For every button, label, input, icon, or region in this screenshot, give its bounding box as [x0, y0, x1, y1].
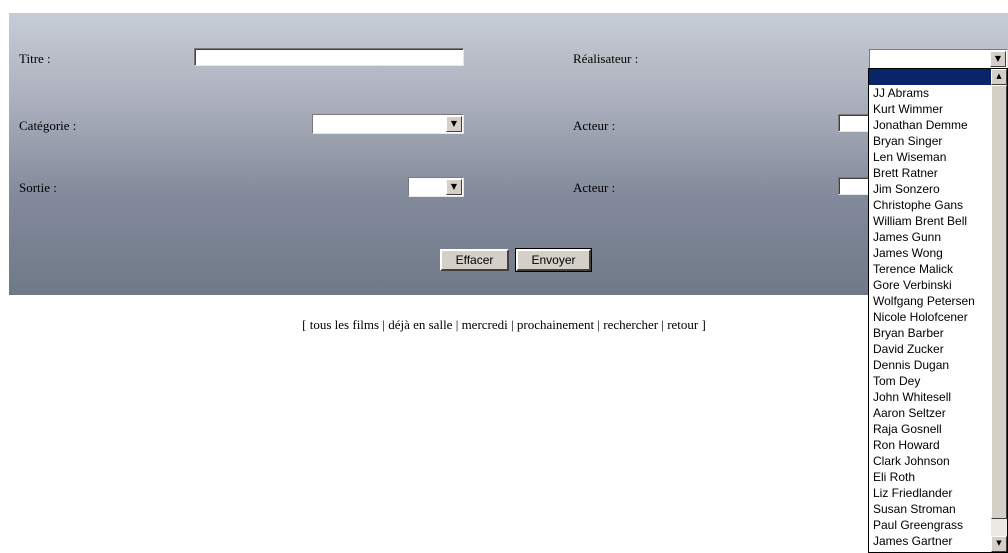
dropdown-option[interactable]: Jim Sonzero [869, 181, 991, 197]
nav-link-all-films[interactable]: tous les films [310, 317, 379, 332]
nav-separator: | [597, 317, 600, 332]
dropdown-option[interactable]: Christophe Gans [869, 197, 991, 213]
clear-button[interactable]: Effacer [440, 249, 509, 271]
nav-link-in-theaters[interactable]: déjà en salle [388, 317, 452, 332]
dropdown-option[interactable]: Dennis Dugan [869, 357, 991, 373]
dropdown-option[interactable]: John Whitesell [869, 389, 991, 405]
dropdown-options: JJ Abrams Kurt Wimmer Jonathan Demme Bryan … [869, 69, 991, 552]
actor-2-input[interactable] [838, 177, 869, 195]
release-label: Sortie : [19, 180, 57, 195]
nav-link-search[interactable]: rechercher [603, 317, 658, 332]
dropdown-option[interactable]: Clark Johnson [869, 453, 991, 469]
dropdown-option[interactable]: Bryan Singer [869, 133, 991, 149]
dropdown-option[interactable]: Jonathan Demme [869, 117, 991, 133]
dropdown-option[interactable]: Tom Dey [869, 373, 991, 389]
release-select[interactable]: ▼ [408, 177, 464, 197]
dropdown-option[interactable]: Kurt Wimmer [869, 101, 991, 117]
nav-open-bracket: [ [302, 317, 307, 332]
chevron-down-icon[interactable]: ▼ [990, 51, 1006, 67]
dropdown-option[interactable]: Terence Malick [869, 261, 991, 277]
nav-separator: | [511, 317, 514, 332]
dropdown-option[interactable]: Eli Roth [869, 469, 991, 485]
title-input[interactable] [194, 48, 464, 66]
dropdown-option[interactable]: William Brent Bell [869, 213, 991, 229]
dropdown-option[interactable] [869, 69, 991, 85]
navigation-links: [ tous les films | déjà en salle | mercr… [0, 317, 1008, 333]
dropdown-option[interactable]: Paul Greengrass [869, 517, 991, 533]
dropdown-option[interactable]: Aaron Seltzer [869, 405, 991, 421]
dropdown-option[interactable]: Susan Stroman [869, 501, 991, 517]
category-select[interactable]: ▼ [312, 114, 464, 134]
scrollbar-thumb[interactable] [991, 85, 1007, 519]
nav-close-bracket: ] [701, 317, 706, 332]
nav-separator: | [455, 317, 459, 332]
dropdown-option[interactable]: Nicole Holofcener [869, 309, 991, 325]
dropdown-option[interactable]: Len Wiseman [869, 149, 991, 165]
dropdown-option[interactable]: Gore Verbinski [869, 277, 991, 293]
actor-1-input[interactable] [838, 114, 869, 132]
dropdown-option[interactable]: Ron Howard [869, 437, 991, 453]
nav-separator: | [661, 317, 664, 332]
director-dropdown-list[interactable]: JJ Abrams Kurt Wimmer Jonathan Demme Bryan … [868, 68, 1008, 553]
dropdown-option[interactable]: James Gunn [869, 229, 991, 245]
chevron-down-icon[interactable]: ▼ [446, 116, 462, 132]
category-label: Catégorie : [19, 118, 77, 133]
title-label: Titre : [19, 51, 51, 66]
nav-link-upcoming[interactable]: prochainement [517, 317, 594, 332]
dropdown-option[interactable]: JJ Abrams [869, 85, 991, 101]
dropdown-option[interactable]: James Gartner [869, 533, 991, 549]
chevron-down-icon[interactable]: ▼ [446, 179, 462, 195]
director-label: Réalisateur : [573, 51, 639, 66]
submit-button[interactable]: Envoyer [515, 248, 592, 272]
nav-separator: | [382, 317, 385, 332]
nav-link-wednesday[interactable]: mercredi [462, 317, 508, 332]
scroll-down-icon[interactable]: ▼ [991, 536, 1007, 552]
dropdown-option[interactable]: Raja Gosnell [869, 421, 991, 437]
dropdown-option[interactable]: Wolfgang Petersen [869, 293, 991, 309]
director-select[interactable]: ▼ [869, 49, 1008, 69]
dropdown-scrollbar[interactable]: ▲ ▼ [991, 69, 1007, 552]
dropdown-option[interactable]: Bryan Barber [869, 325, 991, 341]
nav-link-back[interactable]: retour [667, 317, 698, 332]
scroll-up-icon[interactable]: ▲ [991, 69, 1007, 85]
dropdown-option[interactable]: James Wong [869, 245, 991, 261]
dropdown-option[interactable]: David Zucker [869, 341, 991, 357]
dropdown-option[interactable]: Brett Ratner [869, 165, 991, 181]
actor-1-label: Acteur : [573, 118, 616, 133]
dropdown-option[interactable]: Liz Friedlander [869, 485, 991, 501]
actor-2-label: Acteur : [573, 180, 616, 195]
